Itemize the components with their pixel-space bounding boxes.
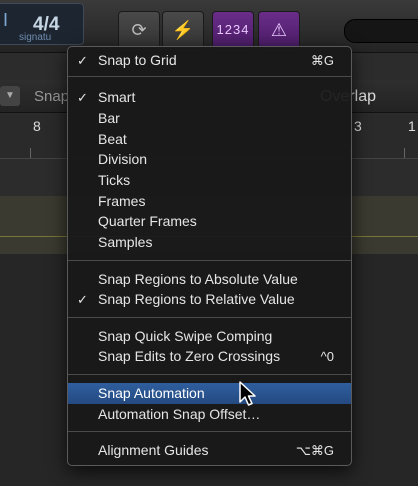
count-in-button[interactable]: 1234 (212, 11, 254, 49)
menu-item-snap-regions-absolute[interactable]: Snap Regions to Absolute Value (68, 269, 351, 290)
search-field[interactable] (344, 19, 418, 43)
menu-item-label: Snap Regions to Relative Value (98, 291, 295, 307)
menu-separator (68, 431, 351, 432)
menu-item-snap-quick-swipe[interactable]: Snap Quick Swipe Comping (68, 326, 351, 347)
menu-item-label: Samples (98, 234, 153, 250)
ruler-number: 3 (354, 118, 362, 134)
metronome-button[interactable]: ⚠ (258, 11, 300, 49)
menu-item-label: Snap Edits to Zero Crossings (98, 348, 281, 364)
menu-separator (68, 374, 351, 375)
tuner-button[interactable]: ⚡ (162, 11, 204, 49)
menu-item-snap-automation[interactable]: Snap Automation (68, 383, 351, 404)
cycle-icon: ⟳ (131, 20, 147, 40)
menu-item-quarter-frames[interactable]: Quarter Frames (68, 211, 351, 232)
tuner-icon: ⚡ (171, 20, 195, 40)
cycle-button[interactable]: ⟳ (118, 11, 160, 49)
menu-item-frames[interactable]: Frames (68, 191, 351, 212)
menu-separator (68, 76, 351, 77)
menu-item-label: Smart (98, 89, 136, 105)
ruler-number: 8 (33, 118, 41, 134)
menu-item-label: Snap Automation (98, 385, 205, 401)
ruler-tick (30, 148, 31, 158)
menu-separator (68, 317, 351, 318)
menu-item-label: Automation Snap Offset… (98, 406, 261, 422)
menu-item-division[interactable]: Division (68, 149, 351, 170)
time-signature-label: signatu (19, 32, 52, 43)
menu-separator (68, 260, 351, 261)
dropdown-chevron-icon[interactable]: ▼ (0, 86, 20, 106)
menu-item-snap-zero-crossings[interactable]: Snap Edits to Zero Crossings ^0 (68, 346, 351, 367)
checkmark-icon: ✓ (77, 292, 88, 307)
menu-item-smart[interactable]: ✓ Smart (68, 87, 351, 108)
menu-item-label: Quarter Frames (98, 213, 197, 229)
lcd-left-value: I (3, 10, 9, 30)
metronome-icon: ⚠ (270, 20, 288, 40)
checkmark-icon: ✓ (77, 90, 88, 105)
menu-item-bar[interactable]: Bar (68, 108, 351, 129)
menu-item-label: Beat (98, 131, 127, 147)
menu-item-label: Snap Regions to Absolute Value (98, 271, 298, 287)
menu-item-label: Alignment Guides (98, 442, 209, 458)
menu-item-snap-regions-relative[interactable]: ✓ Snap Regions to Relative Value (68, 289, 351, 310)
menu-item-automation-snap-offset[interactable]: Automation Snap Offset… (68, 404, 351, 425)
mouse-pointer-icon (239, 381, 256, 406)
menu-item-shortcut: ⌥⌘G (295, 443, 334, 458)
menu-item-label: Snap Quick Swipe Comping (98, 328, 273, 344)
menu-item-ticks[interactable]: Ticks (68, 170, 351, 191)
ruler-number: 1 (408, 118, 416, 134)
ruler-tick (404, 148, 405, 158)
snap-menu: ✓ Snap to Grid ⌘G ✓ Smart Bar Beat Divis… (67, 46, 352, 466)
menu-item-samples[interactable]: Samples (68, 232, 351, 253)
checkmark-icon: ✓ (77, 53, 88, 68)
menu-item-alignment-guides[interactable]: Alignment Guides ⌥⌘G (68, 440, 351, 461)
menu-item-label: Ticks (98, 172, 131, 188)
count-in-label: 1234 (216, 22, 250, 37)
menu-item-shortcut: ^0 (320, 349, 334, 364)
menu-item-label: Bar (98, 110, 120, 126)
menu-item-shortcut: ⌘G (310, 53, 334, 68)
menu-item-snap-to-grid[interactable]: ✓ Snap to Grid ⌘G (68, 50, 351, 71)
menu-item-label: Snap to Grid (98, 52, 177, 68)
snap-popup-label[interactable]: Snap (34, 88, 69, 105)
time-signature-display[interactable]: I 4/4 signatu (0, 3, 84, 45)
menu-item-beat[interactable]: Beat (68, 129, 351, 150)
menu-item-label: Frames (98, 193, 146, 209)
menu-item-label: Division (98, 151, 148, 167)
